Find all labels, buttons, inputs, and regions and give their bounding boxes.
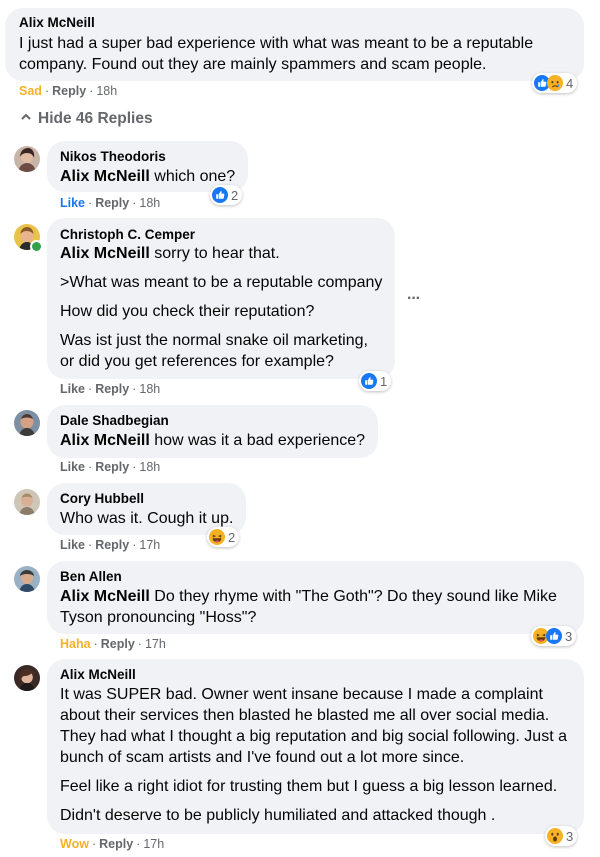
timestamp[interactable]: 17h <box>139 538 160 552</box>
avatar[interactable] <box>14 566 40 592</box>
reaction-summary[interactable]: 1 <box>359 371 392 391</box>
haha-icon <box>209 529 225 545</box>
timestamp[interactable]: 17h <box>145 637 166 651</box>
like-button[interactable]: Like <box>60 460 85 474</box>
mention-link[interactable]: Alix McNeill <box>60 245 150 262</box>
reaction-count: 1 <box>380 373 388 389</box>
reply-author[interactable]: Ben Allen <box>60 569 122 584</box>
reply-actions: Like · Reply · 18h <box>60 196 161 210</box>
reply-button[interactable]: Reply <box>95 538 129 552</box>
comment-actions: Sad · Reply · 18h <box>19 84 118 98</box>
like-icon <box>361 373 377 389</box>
reply-text-line: Tyson pronouncing "Hoss"? <box>60 609 257 626</box>
reply-button[interactable]: Reply <box>99 837 133 851</box>
reply-author[interactable]: Christoph C. Cemper <box>60 227 195 242</box>
reply-author[interactable]: Dale Shadbegian <box>60 413 169 428</box>
comment-text-line: company. Found out they are mainly spamm… <box>19 56 487 73</box>
online-status-icon <box>30 240 43 253</box>
reaction-count: 3 <box>566 828 574 844</box>
reply-button[interactable]: Reply <box>101 637 135 651</box>
reaction-button[interactable]: Sad <box>19 84 42 98</box>
timestamp[interactable]: 18h <box>96 84 117 98</box>
comment-text-line: I just had a super bad experience with w… <box>19 35 534 52</box>
avatar[interactable] <box>14 410 40 436</box>
comment-author[interactable]: Alix McNeill <box>19 15 95 30</box>
like-button[interactable]: Like <box>60 196 85 210</box>
reply-button[interactable]: Reply <box>95 196 129 210</box>
reply-button[interactable]: Reply <box>95 382 129 396</box>
more-options-button[interactable]: ··· <box>407 290 421 308</box>
reply-paragraph: They had what I thought a big reputation… <box>60 728 567 745</box>
reply-actions: Haha · Reply · 17h <box>60 637 166 651</box>
reply-actions: Like · Reply · 17h <box>60 538 161 552</box>
reply-paragraph: bunch of scam artists and I've found out… <box>60 749 465 766</box>
like-icon <box>212 187 228 203</box>
sad-icon <box>547 75 563 91</box>
reaction-summary[interactable]: 3 <box>545 826 578 846</box>
reaction-button[interactable]: Haha <box>60 637 91 651</box>
reaction-button[interactable]: Wow <box>60 837 89 851</box>
reply-author[interactable]: Nikos Theodoris <box>60 149 166 164</box>
reply-author[interactable]: Cory Hubbell <box>60 491 144 506</box>
reaction-summary[interactable]: 2 <box>207 527 240 547</box>
wow-icon <box>547 828 563 844</box>
reply-text: Who was it. Cough it up. <box>60 510 234 527</box>
timestamp[interactable]: 17h <box>143 837 164 851</box>
hide-replies-button[interactable]: Hide 46 Replies <box>20 110 153 128</box>
reply-actions: Like · Reply · 18h <box>60 460 161 474</box>
reply-text: Alix McNeill how was it a bad experience… <box>60 432 366 449</box>
reply-text: Alix McNeill sorry to hear that. <box>60 245 280 262</box>
timestamp[interactable]: 18h <box>139 460 160 474</box>
avatar[interactable] <box>14 146 40 172</box>
reaction-summary[interactable]: 2 <box>210 185 243 205</box>
reply-paragraph: Was ist just the normal snake oil market… <box>60 332 368 349</box>
chevron-up-icon <box>21 113 31 120</box>
timestamp[interactable]: 18h <box>139 196 160 210</box>
reply-paragraph: It was SUPER bad. Owner went insane beca… <box>60 686 543 703</box>
avatar[interactable] <box>14 489 40 515</box>
reply-paragraph: Feel like a right idiot for trusting the… <box>60 778 558 795</box>
reply-paragraph: or did you get references for example? <box>60 353 334 370</box>
mention-link[interactable]: Alix McNeill <box>60 588 150 605</box>
reply-paragraph: about their services then blasted he bla… <box>60 707 550 724</box>
mention-link[interactable]: Alix McNeill <box>60 432 150 449</box>
reaction-count: 2 <box>231 187 239 203</box>
reply-actions: Wow · Reply · 17h <box>60 837 165 851</box>
reply-button[interactable]: Reply <box>52 84 86 98</box>
reaction-summary[interactable]: 4 <box>532 73 578 93</box>
like-icon <box>546 628 562 644</box>
hide-replies-label: Hide 46 Replies <box>38 110 153 127</box>
reply-author[interactable]: Alix McNeill <box>60 667 136 682</box>
reply-paragraph: >What was meant to be a reputable compan… <box>60 274 383 291</box>
reply-text: Alix McNeill which one? <box>60 168 236 185</box>
reply-text: Alix McNeill Do they rhyme with "The Got… <box>60 588 557 605</box>
reply-paragraph: How did you check their reputation? <box>60 303 315 320</box>
reaction-count: 2 <box>228 529 236 545</box>
mention-link[interactable]: Alix McNeill <box>60 168 150 185</box>
reaction-count: 4 <box>566 75 574 91</box>
reaction-count: 3 <box>565 628 573 644</box>
reaction-summary[interactable]: 3 <box>531 626 577 646</box>
timestamp[interactable]: 18h <box>139 382 160 396</box>
avatar[interactable] <box>14 665 40 691</box>
reply-paragraph: Didn't deserve to be publicly humiliated… <box>60 807 496 824</box>
like-button[interactable]: Like <box>60 538 85 552</box>
reply-button[interactable]: Reply <box>95 460 129 474</box>
reply-actions: Like · Reply · 18h <box>60 382 161 396</box>
like-button[interactable]: Like <box>60 382 85 396</box>
